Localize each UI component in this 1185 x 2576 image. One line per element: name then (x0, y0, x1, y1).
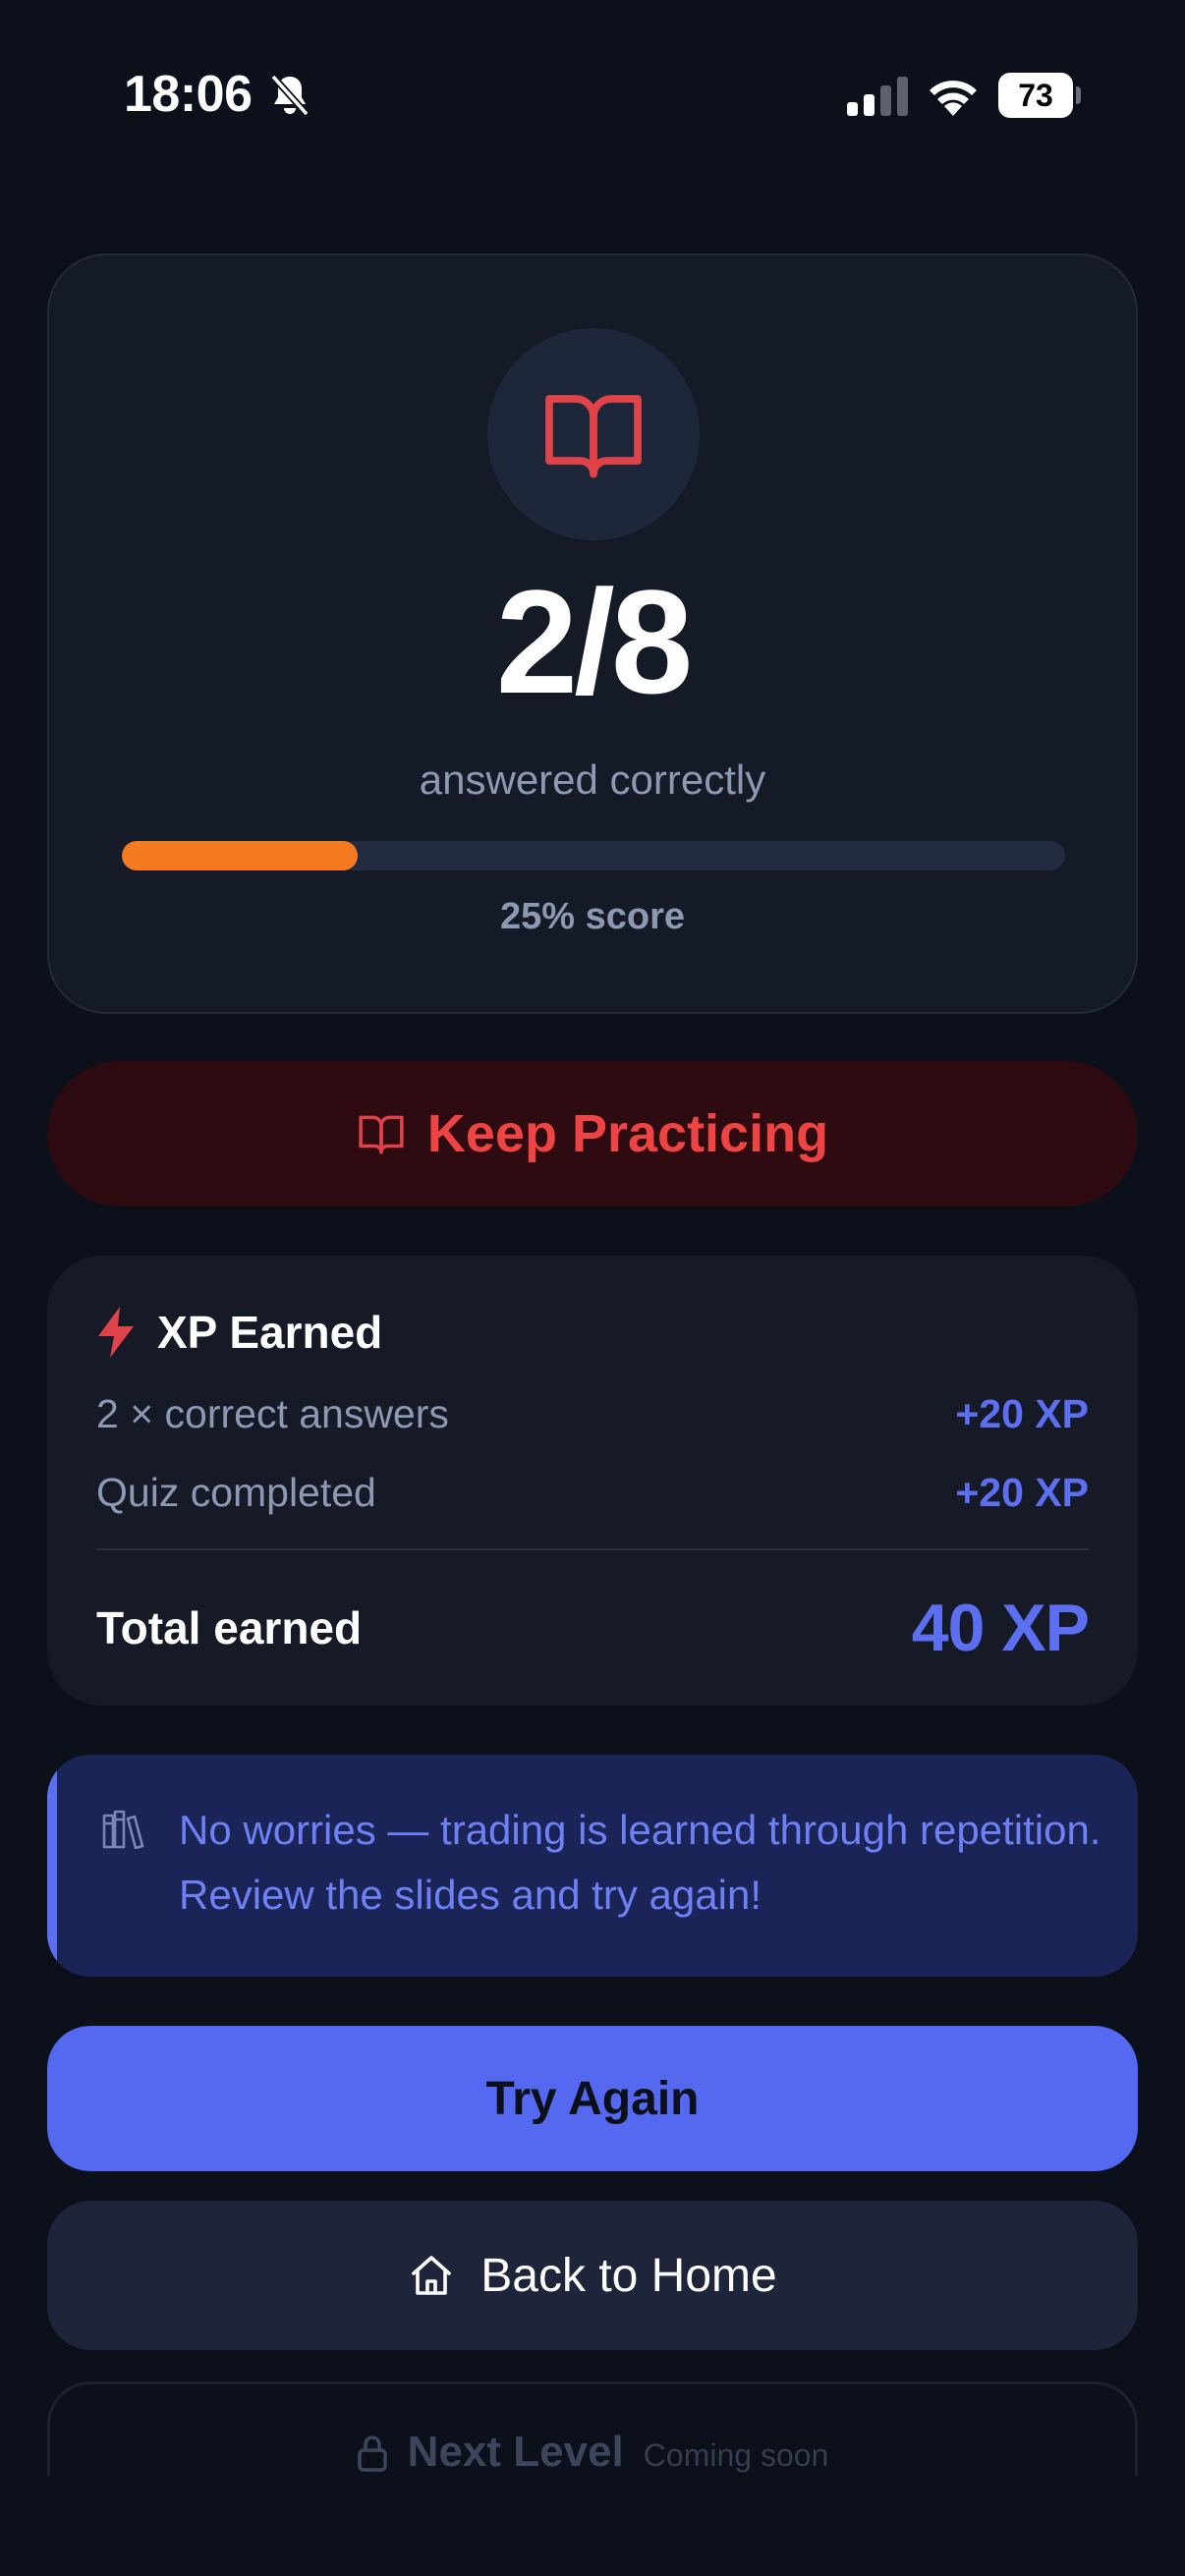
score-card: 2/8 answered correctly 25% score (47, 253, 1138, 1014)
wifi-icon (930, 81, 977, 116)
keep-practicing-banner: Keep Practicing (47, 1061, 1138, 1206)
xp-total-value: 40 XP (911, 1591, 1090, 1665)
xp-title: XP Earned (157, 1307, 383, 1358)
xp-row-label: 2 × correct answers (96, 1391, 449, 1436)
keep-practicing-label: Keep Practicing (426, 1104, 829, 1163)
xp-row-value: +20 XP (955, 1470, 1089, 1515)
xp-row-correct-answers: 2 × correct answers +20 XP (96, 1391, 1089, 1437)
status-bar: 18:06 73 (0, 0, 1185, 196)
battery-level: 73 (1018, 78, 1053, 113)
open-book-icon (545, 395, 642, 478)
score-caption: answered correctly (419, 756, 766, 803)
next-level-button[interactable]: Next Level Coming soon (47, 2381, 1138, 2476)
home-icon (412, 2256, 452, 2295)
back-to-home-button[interactable]: Back to Home (47, 2201, 1138, 2350)
xp-divider (96, 1548, 1089, 1550)
encouragement-tip-card: No worries — trading is learned through … (47, 1755, 1138, 1977)
xp-row-value: +20 XP (955, 1391, 1089, 1436)
xp-row-label: Quiz completed (96, 1470, 376, 1515)
lock-icon (357, 2436, 387, 2472)
score-progress-fill (122, 841, 358, 870)
battery-icon: 73 (998, 73, 1081, 118)
score-value: 2/8 (495, 559, 694, 724)
books-icon (102, 1810, 144, 1849)
xp-row-quiz-completed: Quiz completed +20 XP (96, 1470, 1089, 1516)
quiz-results-screen: 18:06 73 2/8 answered correctly 25% scor… (0, 0, 1185, 2576)
back-to-home-label: Back to Home (480, 2249, 777, 2302)
score-progress-bar (122, 841, 1065, 870)
result-icon-circle (487, 328, 700, 540)
status-time: 18:06 (124, 66, 253, 123)
xp-earned-card: XP Earned 2 × correct answers +20 XP Qui… (47, 1256, 1138, 1706)
open-book-icon (359, 1115, 404, 1154)
battery-tip (1076, 86, 1081, 104)
xp-title-row: XP Earned (96, 1305, 382, 1360)
next-level-status: Coming soon (643, 2437, 829, 2473)
tip-accent-bar (47, 1755, 57, 1977)
next-level-clip: Next Level Coming soon (0, 2378, 1185, 2476)
try-again-button[interactable]: Try Again (47, 2026, 1138, 2171)
signal-icon (847, 77, 908, 116)
lightning-icon (98, 1307, 134, 1358)
bell-slash-icon (270, 74, 310, 117)
xp-total-row: Total earned 40 XP (96, 1590, 1090, 1666)
tip-text: No worries — trading is learned through … (179, 1807, 1101, 1918)
score-percent: 25% score (499, 896, 685, 937)
next-level-label: Next Level (407, 2428, 624, 2476)
xp-total-label: Total earned (96, 1602, 363, 1653)
